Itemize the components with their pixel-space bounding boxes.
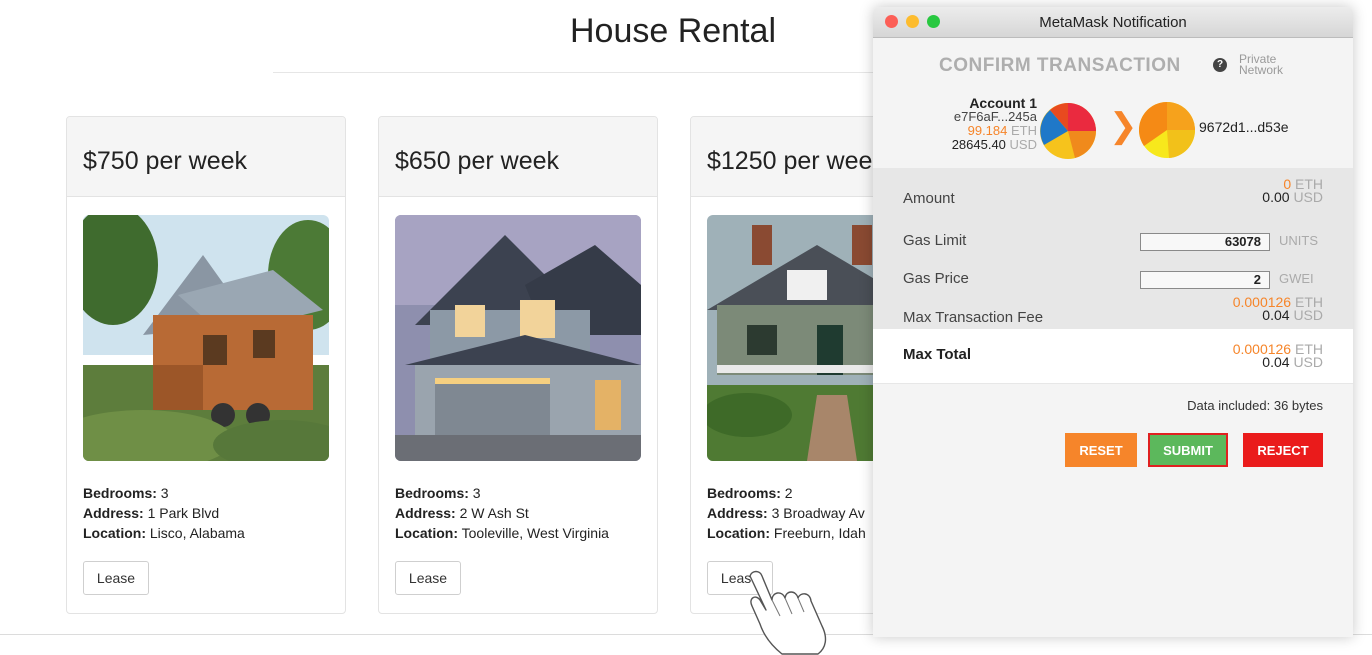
bedrooms-value: 3 [160, 485, 169, 501]
account-address: e7F6aF...245a [953, 109, 1037, 124]
max-fee-usd: 0.04 [1262, 307, 1290, 323]
max-total-usd-unit: USD [1293, 354, 1323, 370]
network-line-2: Network [1239, 63, 1284, 77]
location-label: Location: [395, 525, 458, 541]
account-eth-unit: ETH [1011, 123, 1037, 138]
listing-card: $750 per week Bedrooms: 3 Address: 1 Par… [66, 116, 346, 614]
listing-price: $750 per week [83, 147, 248, 175]
chevron-right-icon: ❯ [1109, 107, 1138, 145]
amount-usd-unit: USD [1293, 189, 1323, 205]
max-total-label: Max Total [903, 346, 972, 363]
max-fee-value: 0.000126 ETH 0.04 USD [1233, 295, 1323, 323]
listing-header: $650 per week [379, 117, 657, 197]
account-eth-balance: 99.184 [967, 123, 1008, 138]
listing-details: Bedrooms: 3 Address: 1 Park Blvd Locatio… [83, 483, 245, 543]
network-indicator: Private Network [1239, 53, 1299, 77]
address-label: Address: [707, 505, 768, 521]
address-value: 1 Park Blvd [147, 505, 220, 521]
recipient-identicon-icon [1139, 102, 1195, 158]
location-value: Lisco, Alabama [149, 525, 245, 541]
confirm-heading: CONFIRM TRANSACTION [939, 55, 1181, 76]
lease-button[interactable]: Lease [83, 561, 149, 595]
location-label: Location: [707, 525, 770, 541]
location-value: Tooleville, West Virginia [461, 525, 609, 541]
hand-cursor-icon [749, 570, 827, 655]
account-usd-unit: USD [1009, 137, 1037, 152]
amount-value: 0 ETH 0.00 USD [1262, 177, 1323, 205]
listing-details: Bedrooms: 2 Address: 3 Broadway Av Locat… [707, 483, 866, 543]
sender-account: Account 1 e7F6aF...245a 99.184 ETH 28645… [913, 96, 1037, 152]
house-photo [395, 215, 641, 461]
help-icon[interactable]: ? [1213, 58, 1227, 72]
gas-price-label: Gas Price [903, 270, 969, 287]
max-total-usd: 0.04 [1262, 354, 1290, 370]
bedrooms-label: Bedrooms: [395, 485, 469, 501]
gas-limit-label: Gas Limit [903, 232, 967, 249]
metamask-window: MetaMask Notification CONFIRM TRANSACTIO… [873, 7, 1353, 637]
gas-limit-unit: UNITS [1279, 233, 1318, 248]
address-label: Address: [395, 505, 456, 521]
amount-label: Amount [903, 190, 955, 207]
bedrooms-value: 2 [784, 485, 793, 501]
max-fee-usd-unit: USD [1293, 307, 1323, 323]
bedrooms-label: Bedrooms: [83, 485, 157, 501]
sender-identicon-icon [1040, 103, 1096, 159]
address-value: 3 Broadway Av [771, 505, 865, 521]
max-fee-label: Max Transaction Fee [903, 309, 1044, 326]
listing-header: $750 per week [67, 117, 345, 197]
address-label: Address: [83, 505, 144, 521]
max-total-row: Max Total 0.000126 ETH 0.04 USD [873, 329, 1353, 383]
gas-limit-input[interactable]: 63078 [1140, 233, 1270, 251]
bedrooms-value: 3 [472, 485, 481, 501]
window-titlebar: MetaMask Notification [873, 7, 1353, 38]
listing-price: $1250 per week [707, 147, 885, 175]
max-total-value: 0.000126 ETH 0.04 USD [1233, 342, 1323, 370]
submit-button[interactable]: SUBMIT [1148, 433, 1228, 467]
listing-details: Bedrooms: 3 Address: 2 W Ash St Location… [395, 483, 609, 543]
address-value: 2 W Ash St [459, 505, 529, 521]
window-title: MetaMask Notification [1039, 14, 1187, 31]
gas-price-unit: GWEI [1279, 271, 1314, 286]
house-photo [83, 215, 329, 461]
location-label: Location: [83, 525, 146, 541]
account-usd-balance: 28645.40 [951, 137, 1006, 152]
lease-button[interactable]: Lease [395, 561, 461, 595]
listing-price: $650 per week [395, 147, 560, 175]
bedrooms-label: Bedrooms: [707, 485, 781, 501]
amount-usd: 0.00 [1262, 189, 1290, 205]
location-value: Freeburn, Idah [773, 525, 866, 541]
recipient-address: 9672d1...d53e [1199, 119, 1289, 135]
listing-card: $650 per week Bedrooms: 3 Address: 2 W A… [378, 116, 658, 614]
reset-button[interactable]: RESET [1065, 433, 1137, 467]
account-name: Account 1 [969, 95, 1037, 111]
gas-price-input[interactable]: 2 [1140, 271, 1270, 289]
reject-button[interactable]: REJECT [1243, 433, 1323, 467]
data-included-note: Data included: 36 bytes [1187, 398, 1323, 413]
